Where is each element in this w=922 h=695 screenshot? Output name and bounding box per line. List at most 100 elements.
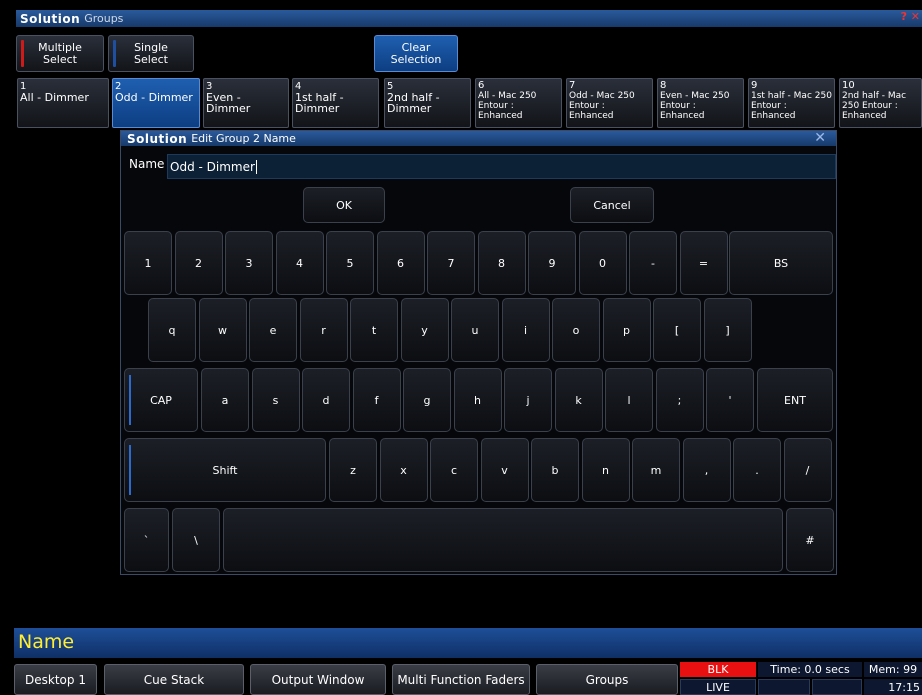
key-f[interactable]: f [352,368,401,432]
key-label: 1 [144,256,152,270]
key-6[interactable]: 6 [376,231,425,295]
key-label: 3 [245,256,253,270]
ok-button[interactable]: OK [303,187,385,223]
taskbar-button-multi-function-faders[interactable]: Multi Function Faders [392,664,530,695]
group-label: 1st half - Dimmer [295,91,344,115]
key-n[interactable]: n [581,438,630,502]
taskbar-button-output-window[interactable]: Output Window [250,664,386,695]
close-icon[interactable]: ✕ [814,130,826,146]
key-space[interactable] [223,508,783,572]
key-c39[interactable]: ' [706,368,754,432]
key-3[interactable]: 3 [225,231,273,295]
key-label: = [698,256,709,270]
key-c59[interactable]: ; [655,368,704,432]
single-select-button[interactable]: Single Select [108,35,194,72]
key-j[interactable]: j [504,368,552,432]
key-g[interactable]: g [403,368,451,432]
key-l[interactable]: l [605,368,653,432]
key-9[interactable]: 9 [528,231,576,295]
name-input[interactable]: Odd - Dimmer [167,154,836,179]
help-close-icon[interactable]: ? ✕ [901,10,920,23]
key-p[interactable]: p [602,298,651,362]
group-button-2[interactable]: 2 Odd - Dimmer [112,78,200,128]
key-BS[interactable]: BS [729,231,833,295]
solution-logo: Solution [20,11,81,26]
group-label: Even - Dimmer [206,91,251,115]
key-x[interactable]: x [379,438,428,502]
key-7[interactable]: 7 [427,231,475,295]
key-h[interactable]: h [453,368,502,432]
key-2[interactable]: 2 [174,231,223,295]
key-v[interactable]: v [480,438,529,502]
key-label: 6 [397,256,404,270]
key-u[interactable]: u [451,298,499,362]
key-z[interactable]: z [329,438,377,502]
key-label: v [501,463,508,477]
key-a[interactable]: a [201,368,249,432]
taskbar-button-desktop-1[interactable]: Desktop 1 [14,664,97,695]
key-label: h [474,393,481,407]
key-CAP[interactable]: CAP [124,368,198,432]
key-label: w [218,323,227,337]
key-s[interactable]: s [251,368,300,432]
key-r[interactable]: r [299,298,348,362]
key-t[interactable]: t [350,298,398,362]
key-c91[interactable]: [ [653,298,701,362]
key-c61[interactable]: = [679,231,728,295]
cancel-button[interactable]: Cancel [570,187,654,223]
group-button-1[interactable]: 1 All - Dimmer [17,78,109,128]
key-8[interactable]: 8 [477,231,526,295]
key-m[interactable]: m [632,438,680,502]
key-o[interactable]: o [552,298,600,362]
key-label: 7 [447,256,455,270]
group-button-9[interactable]: 9 1st half - Mac 250 Entour : Enhanced [748,78,835,128]
live-status[interactable]: LIVE [680,679,756,695]
key-4[interactable]: 4 [275,231,324,295]
key-c46[interactable]: . [733,438,781,502]
key-label: c [450,463,458,477]
command-line[interactable]: Name [14,628,922,658]
key-c92[interactable]: \ [172,508,220,572]
group-button-6[interactable]: 6 All - Mac 250 Entour : Enhanced [475,78,562,128]
key-label: i [523,323,528,337]
group-button-5[interactable]: 5 2nd half - Dimmer [384,78,471,128]
key-q[interactable]: q [148,298,196,362]
key-c44[interactable]: , [682,438,731,502]
taskbar-button-groups[interactable]: Groups [536,664,678,695]
key-ENT[interactable]: ENT [757,368,833,432]
key-c93[interactable]: ] [703,298,752,362]
multiple-select-button[interactable]: Multiple Select [16,35,104,72]
indicator-bar [129,375,131,425]
key-5[interactable]: 5 [326,231,374,295]
key-b[interactable]: b [531,438,579,502]
key-1[interactable]: 1 [124,231,172,295]
group-button-8[interactable]: 8 Even - Mac 250 Entour : Enhanced [657,78,744,128]
key-c45[interactable]: - [629,231,677,295]
key-label: ' [728,393,732,407]
key-label: p [623,323,630,337]
key-label: ` [143,533,150,547]
key-k[interactable]: k [554,368,603,432]
taskbar-button-cue-stack[interactable]: Cue Stack [104,664,244,695]
key-Shift[interactable]: Shift [124,438,326,502]
group-button-3[interactable]: 3 Even - Dimmer [203,78,289,128]
group-button-4[interactable]: 4 1st half - Dimmer [292,78,379,128]
key-label: BS [773,256,789,270]
key-c96[interactable]: ` [124,508,169,572]
key-c[interactable]: c [430,438,478,502]
key-w[interactable]: w [198,298,247,362]
key-i[interactable]: i [501,298,550,362]
key-0[interactable]: 0 [578,231,627,295]
group-button-10[interactable]: 10 2nd half - Mac 250 Entour : Enhanced [839,78,922,128]
clear-selection-button[interactable]: Clear Selection [374,35,458,72]
blk-status[interactable]: BLK [680,662,756,677]
key-c47[interactable]: / [783,438,832,502]
edit-name-dialog: Solution Edit Group 2 Name ✕ Name Odd - … [120,130,837,575]
group-label: 1st half - Mac 250 Entour : Enhanced [751,91,832,121]
key-c35[interactable]: # [786,508,834,572]
key-label: k [575,393,582,407]
group-button-7[interactable]: 7 Odd - Mac 250 Entour : Enhanced [566,78,653,128]
key-y[interactable]: y [400,298,449,362]
key-e[interactable]: e [249,298,297,362]
key-d[interactable]: d [302,368,350,432]
